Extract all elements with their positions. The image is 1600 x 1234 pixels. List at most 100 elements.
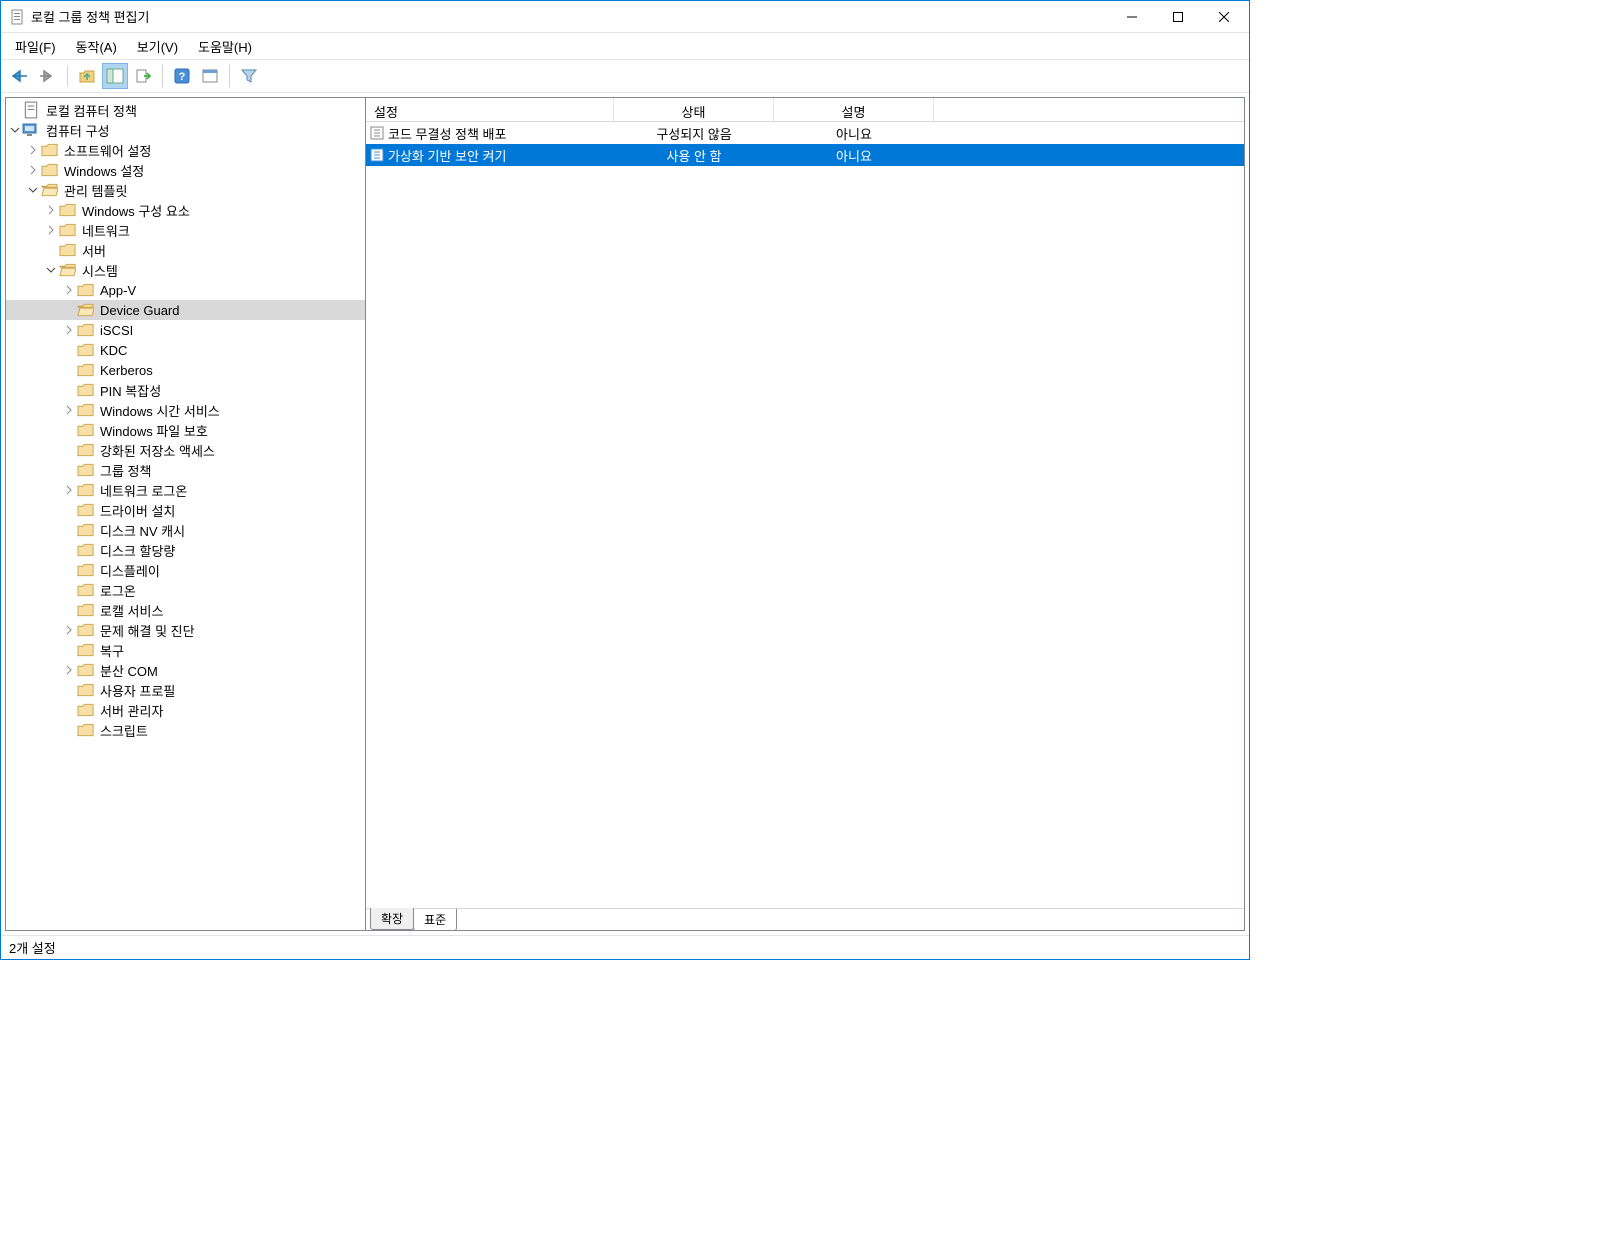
expander-icon[interactable]: [8, 103, 22, 117]
tree-item-logon[interactable]: 로그온: [6, 580, 365, 600]
tree-item-server-manager[interactable]: 서버 관리자: [6, 700, 365, 720]
tree-label: 컴퓨터 구성: [44, 120, 111, 141]
expander-right-icon[interactable]: [44, 203, 58, 217]
column-description[interactable]: 설명: [774, 98, 934, 121]
tree-label: Windows 시간 서비스: [98, 400, 222, 421]
forward-button[interactable]: [35, 63, 61, 89]
tree-item-network[interactable]: 네트워크: [6, 220, 365, 240]
cell-setting: 가상화 기반 보안 켜기: [386, 146, 614, 165]
close-button[interactable]: [1201, 2, 1247, 32]
tree-item-dcom[interactable]: 분산 COM: [6, 660, 365, 680]
tree-item-pin-complexity[interactable]: PIN 복잡성: [6, 380, 365, 400]
settings-list: 코드 무결성 정책 배포 구성되지 않음 아니요 가상화 기반 보안 켜기 사용…: [366, 122, 1244, 908]
tree-item-computer-config[interactable]: 컴퓨터 구성: [6, 120, 365, 140]
folder-icon: [76, 522, 94, 538]
tree-label: 디스플레이: [98, 560, 162, 581]
filter-button[interactable]: [236, 63, 262, 89]
tree-label: 시스템: [80, 260, 120, 281]
expander-right-icon[interactable]: [62, 403, 76, 417]
folder-icon: [76, 402, 94, 418]
tree-item-driver-install[interactable]: 드라이버 설치: [6, 500, 365, 520]
expander-right-icon[interactable]: [44, 223, 58, 237]
tree-label: 서버 관리자: [98, 700, 165, 721]
tree-label: iSCSI: [98, 322, 135, 339]
tree-item-server[interactable]: 서버: [6, 240, 365, 260]
properties-button[interactable]: [197, 63, 223, 89]
tree-item-net-logon[interactable]: 네트워크 로그온: [6, 480, 365, 500]
expander-right-icon[interactable]: [62, 283, 76, 297]
export-button[interactable]: [130, 63, 156, 89]
expander-down-icon[interactable]: [26, 183, 40, 197]
tree-label: Windows 파일 보호: [98, 420, 210, 441]
expander-right-icon[interactable]: [26, 143, 40, 157]
expander-right-icon[interactable]: [62, 663, 76, 677]
expander-right-icon[interactable]: [62, 623, 76, 637]
app-icon: [9, 9, 25, 25]
expander-down-icon[interactable]: [44, 263, 58, 277]
tree-label: PIN 복잡성: [98, 380, 163, 401]
tree-item-locale-services[interactable]: 로캘 서비스: [6, 600, 365, 620]
show-hide-tree-button[interactable]: [102, 63, 128, 89]
help-button[interactable]: ?: [169, 63, 195, 89]
menu-file[interactable]: 파일(F): [5, 33, 66, 60]
tab-extended[interactable]: 확장: [370, 908, 414, 930]
tree-label: 소프트웨어 설정: [62, 140, 153, 161]
cell-state: 사용 안 함: [614, 146, 774, 165]
expander-right-icon[interactable]: [26, 163, 40, 177]
back-button[interactable]: [7, 63, 33, 89]
folder-icon: [76, 602, 94, 618]
tree-label: 관리 템플릿: [62, 180, 129, 201]
setting-icon: [368, 125, 386, 141]
tree-pane[interactable]: 로컬 컴퓨터 정책 컴퓨터 구성 소프트웨어 설정 Windows 설정: [6, 98, 366, 930]
tree-item-recovery[interactable]: 복구: [6, 640, 365, 660]
tree-label: KDC: [98, 342, 129, 359]
tree-item-system[interactable]: 시스템: [6, 260, 365, 280]
tree-label: 복구: [98, 640, 126, 661]
expander-down-icon[interactable]: [8, 123, 22, 137]
tree-item-windows-settings[interactable]: Windows 설정: [6, 160, 365, 180]
statusbar: 2개 설정: [1, 935, 1249, 959]
tree-item-enhanced-storage[interactable]: 강화된 저장소 액세스: [6, 440, 365, 460]
tree-item-windows-file-protect[interactable]: Windows 파일 보호: [6, 420, 365, 440]
menu-view[interactable]: 보기(V): [127, 33, 188, 60]
tree-item-kdc[interactable]: KDC: [6, 340, 365, 360]
tree-item-disk-nv-cache[interactable]: 디스크 NV 캐시: [6, 520, 365, 540]
tree-item-root[interactable]: 로컬 컴퓨터 정책: [6, 100, 365, 120]
computer-icon: [22, 122, 40, 138]
folder-open-icon: [58, 262, 76, 278]
detail-tabs: 확장 표준: [366, 908, 1244, 930]
list-row[interactable]: 코드 무결성 정책 배포 구성되지 않음 아니요: [366, 122, 1244, 144]
tree-item-admin-templates[interactable]: 관리 템플릿: [6, 180, 365, 200]
column-state[interactable]: 상태: [614, 98, 774, 121]
tree-item-iscsi[interactable]: iSCSI: [6, 320, 365, 340]
menu-help[interactable]: 도움말(H): [188, 33, 262, 60]
tree-item-group-policy[interactable]: 그룹 정책: [6, 460, 365, 480]
main-area: 로컬 컴퓨터 정책 컴퓨터 구성 소프트웨어 설정 Windows 설정: [5, 97, 1245, 931]
maximize-button[interactable]: [1155, 2, 1201, 32]
column-setting[interactable]: 설정: [366, 98, 614, 121]
tree-item-windows-time[interactable]: Windows 시간 서비스: [6, 400, 365, 420]
menu-action[interactable]: 동작(A): [66, 33, 127, 60]
tab-standard[interactable]: 표준: [413, 909, 457, 931]
tree-item-disk-quotas[interactable]: 디스크 할당량: [6, 540, 365, 560]
svg-text:?: ?: [179, 71, 186, 83]
tree-item-kerberos[interactable]: Kerberos: [6, 360, 365, 380]
tree-item-device-guard[interactable]: Device Guard: [6, 300, 365, 320]
up-button[interactable]: [74, 63, 100, 89]
folder-icon: [76, 702, 94, 718]
tree-item-software-settings[interactable]: 소프트웨어 설정: [6, 140, 365, 160]
tree-item-scripts[interactable]: 스크립트: [6, 720, 365, 740]
folder-icon: [76, 482, 94, 498]
tree-item-windows-components[interactable]: Windows 구성 요소: [6, 200, 365, 220]
expander-right-icon[interactable]: [62, 483, 76, 497]
tree-label: 디스크 NV 캐시: [98, 520, 187, 541]
minimize-button[interactable]: [1109, 2, 1155, 32]
tree-item-troubleshooting[interactable]: 문제 해결 및 진단: [6, 620, 365, 640]
folder-icon: [58, 242, 76, 258]
list-row[interactable]: 가상화 기반 보안 켜기 사용 안 함 아니요: [366, 144, 1244, 166]
tree-item-display[interactable]: 디스플레이: [6, 560, 365, 580]
tree-item-appv[interactable]: App-V: [6, 280, 365, 300]
window-title: 로컬 그룹 정책 편집기: [31, 7, 1109, 26]
expander-right-icon[interactable]: [62, 323, 76, 337]
tree-item-user-profiles[interactable]: 사용자 프로필: [6, 680, 365, 700]
